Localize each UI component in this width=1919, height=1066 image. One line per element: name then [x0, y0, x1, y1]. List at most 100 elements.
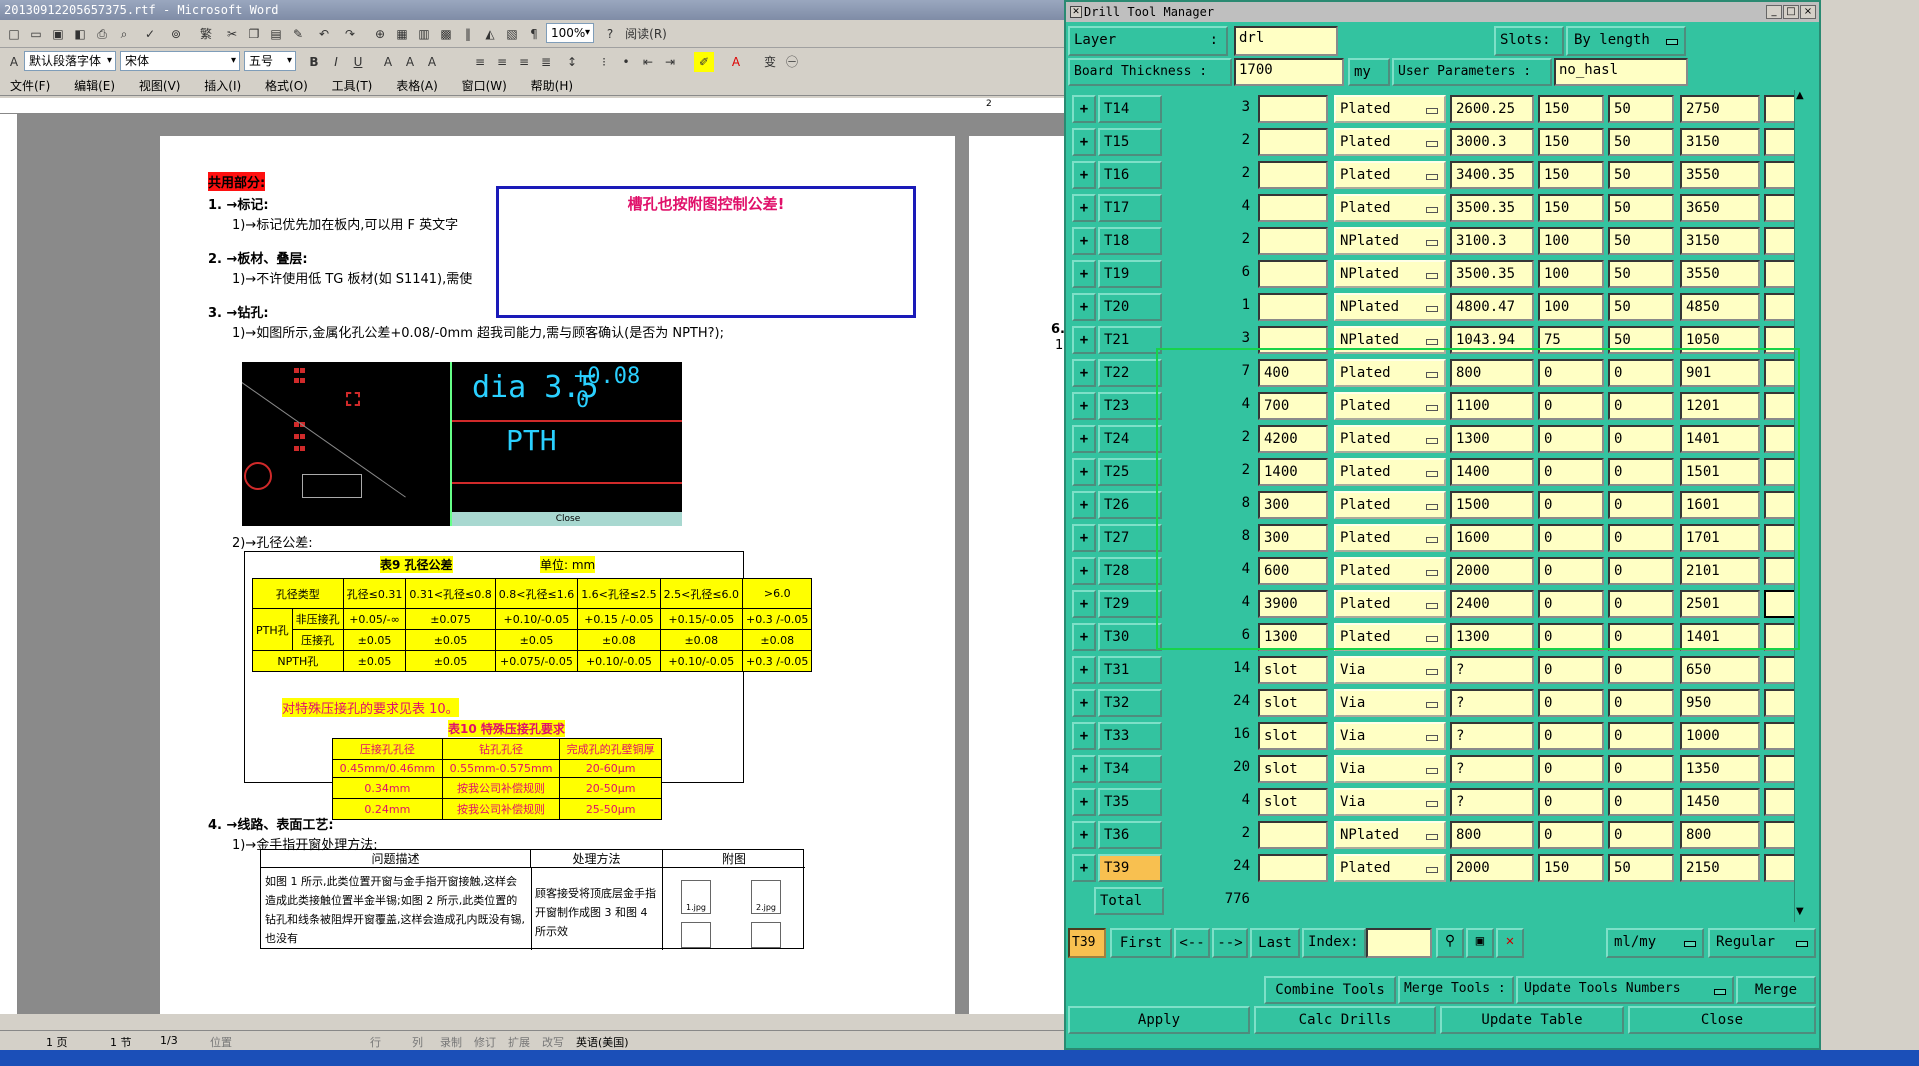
align-left-icon[interactable]: ≡ [470, 52, 490, 72]
tool-type-select[interactable]: Plated [1334, 425, 1446, 453]
menu-insert[interactable]: 插入(I) [194, 74, 251, 97]
tool-size-field[interactable] [1258, 326, 1328, 354]
menu-table[interactable]: 表格(A) [386, 74, 448, 97]
tool-minus-tol-field[interactable]: 50 [1608, 161, 1674, 189]
tool-row[interactable]: + T32 24 slot Via? 0 0 950 [1068, 686, 1794, 719]
tool-name[interactable]: T18 [1098, 227, 1162, 255]
phonetic-icon[interactable]: 变 [760, 52, 780, 72]
tool-plus-tol-field[interactable]: 75 [1538, 326, 1604, 354]
tool-plus-tol-field[interactable]: 150 [1538, 854, 1604, 882]
search-tool-icon[interactable]: ⚲ [1436, 928, 1464, 958]
tool-plus-tol-field[interactable]: 0 [1538, 821, 1604, 849]
tool-name[interactable]: T24 [1098, 425, 1162, 453]
tool-plus-tol-field[interactable]: 100 [1538, 227, 1604, 255]
tool-type-select[interactable]: Plated [1334, 359, 1446, 387]
thickness-field[interactable]: 1700 [1234, 58, 1344, 86]
maximize-icon[interactable]: □ [1783, 5, 1799, 19]
expand-icon[interactable]: + [1072, 128, 1096, 156]
tool-drill-field[interactable]: 3150 [1680, 128, 1760, 156]
excel-icon[interactable]: ▩ [436, 24, 456, 44]
tool-type-select[interactable]: NPlated [1334, 326, 1446, 354]
close-button[interactable]: Close [1628, 1006, 1816, 1034]
status-rec[interactable]: 录制 [440, 1034, 462, 1050]
tool-size-field[interactable] [1258, 95, 1328, 123]
tool-extra-field[interactable] [1764, 656, 1794, 684]
tool-size-field[interactable] [1258, 227, 1328, 255]
expand-icon[interactable]: + [1072, 623, 1096, 651]
tool-name[interactable]: T29 [1098, 590, 1162, 618]
tool-row[interactable]: + T33 16 slot Via? 0 0 1000 [1068, 719, 1794, 752]
tool-size-field[interactable] [1258, 128, 1328, 156]
drawing-icon[interactable]: ◭ [480, 24, 500, 44]
tool-row[interactable]: + T34 20 slot Via? 0 0 1350 [1068, 752, 1794, 785]
tool-row[interactable]: + T39 24 Plated 2000 150 50 2150 [1068, 851, 1794, 884]
tool-plus-tol-field[interactable]: 150 [1538, 161, 1604, 189]
tool-size-field[interactable]: 300 [1258, 491, 1328, 519]
show-hide-icon[interactable]: ¶ [524, 24, 544, 44]
mode-select[interactable]: Regular [1708, 928, 1816, 958]
decrease-indent-icon[interactable]: ⇤ [638, 52, 658, 72]
line-spacing-icon[interactable]: ↕ [562, 52, 582, 72]
tool-row[interactable]: + T27 8 300 Plated 1600 0 0 1701 [1068, 521, 1794, 554]
t11-img-2[interactable]: 2.jpg [751, 880, 781, 914]
menu-help[interactable]: 帮助(H) [521, 74, 583, 97]
tool-name[interactable]: T28 [1098, 557, 1162, 585]
tool-row[interactable]: + T18 2 NPlated 3100.3 100 50 3150 [1068, 224, 1794, 257]
expand-icon[interactable]: + [1072, 392, 1096, 420]
units-select[interactable]: ml/my [1606, 928, 1704, 958]
tool-name[interactable]: T31 [1098, 656, 1162, 684]
hyperlink-icon[interactable]: ⊕ [370, 24, 390, 44]
menu-view[interactable]: 视图(V) [129, 74, 191, 97]
tool-extra-field[interactable] [1764, 854, 1794, 882]
tool-drill-field[interactable]: 1000 [1680, 722, 1760, 750]
new-icon[interactable]: □ [4, 24, 24, 44]
apply-button[interactable]: Apply [1068, 1006, 1250, 1034]
tool-plus-tol-field[interactable]: 0 [1538, 590, 1604, 618]
tool-drill-field[interactable]: 800 [1680, 821, 1760, 849]
vertical-ruler[interactable] [0, 114, 18, 1014]
index-field[interactable] [1366, 928, 1432, 958]
save-icon[interactable]: ▣ [48, 24, 68, 44]
tool-extra-field[interactable] [1764, 161, 1794, 189]
expand-icon[interactable]: + [1072, 293, 1096, 321]
menu-format[interactable]: 格式(O) [255, 74, 318, 97]
styles-icon[interactable]: A [4, 52, 24, 72]
expand-icon[interactable]: + [1072, 656, 1096, 684]
read-button[interactable]: 阅读(R) [622, 24, 670, 44]
tool-minus-tol-field[interactable]: 50 [1608, 293, 1674, 321]
tool-finish-field[interactable]: 2000 [1450, 854, 1534, 882]
tool-finish-field[interactable]: ? [1450, 689, 1534, 717]
tool-minus-tol-field[interactable]: 0 [1608, 656, 1674, 684]
zoom-select[interactable]: 100% [546, 23, 594, 43]
tool-table[interactable]: + T14 3 Plated 2600.25 150 50 2750 + T15 2 Plated 30… [1068, 92, 1794, 922]
font-select[interactable]: 宋体 [120, 51, 240, 71]
font-size-select[interactable]: 五号 [244, 51, 296, 71]
print-preview-icon[interactable]: ⌕ [114, 24, 134, 44]
help-icon[interactable]: ? [600, 24, 620, 44]
tool-name[interactable]: T25 [1098, 458, 1162, 486]
tool-type-select[interactable]: Plated [1334, 590, 1446, 618]
tool-finish-field[interactable]: ? [1450, 755, 1534, 783]
tool-row[interactable]: + T23 4 700 Plated 1100 0 0 1201 [1068, 389, 1794, 422]
tool-type-select[interactable]: Plated [1334, 491, 1446, 519]
tool-row[interactable]: + T26 8 300 Plated 1500 0 0 1601 [1068, 488, 1794, 521]
bullets-icon[interactable]: • [616, 52, 636, 72]
tool-size-field[interactable]: 600 [1258, 557, 1328, 585]
tool-table-scrollbar[interactable]: ▲ ▼ [1794, 90, 1808, 922]
menu-tools[interactable]: 工具(T) [322, 74, 383, 97]
char-scale-icon[interactable]: A [422, 52, 442, 72]
horizontal-ruler[interactable]: 2 [0, 98, 1065, 114]
tool-plus-tol-field[interactable]: 0 [1538, 623, 1604, 651]
tool-row[interactable]: + T17 4 Plated 3500.35 150 50 3650 [1068, 191, 1794, 224]
menu-window[interactable]: 窗口(W) [452, 74, 517, 97]
expand-icon[interactable]: + [1072, 194, 1096, 222]
insert-table-icon[interactable]: ▥ [414, 24, 434, 44]
tool-drill-field[interactable]: 1701 [1680, 524, 1760, 552]
tool-plus-tol-field[interactable]: 0 [1538, 425, 1604, 453]
menu-edit[interactable]: 编辑(E) [64, 74, 125, 97]
tool-type-select[interactable]: Plated [1334, 524, 1446, 552]
tool-name[interactable]: T26 [1098, 491, 1162, 519]
tool-name[interactable]: T27 [1098, 524, 1162, 552]
status-rev[interactable]: 修订 [474, 1034, 496, 1050]
italic-icon[interactable]: I [326, 52, 346, 72]
